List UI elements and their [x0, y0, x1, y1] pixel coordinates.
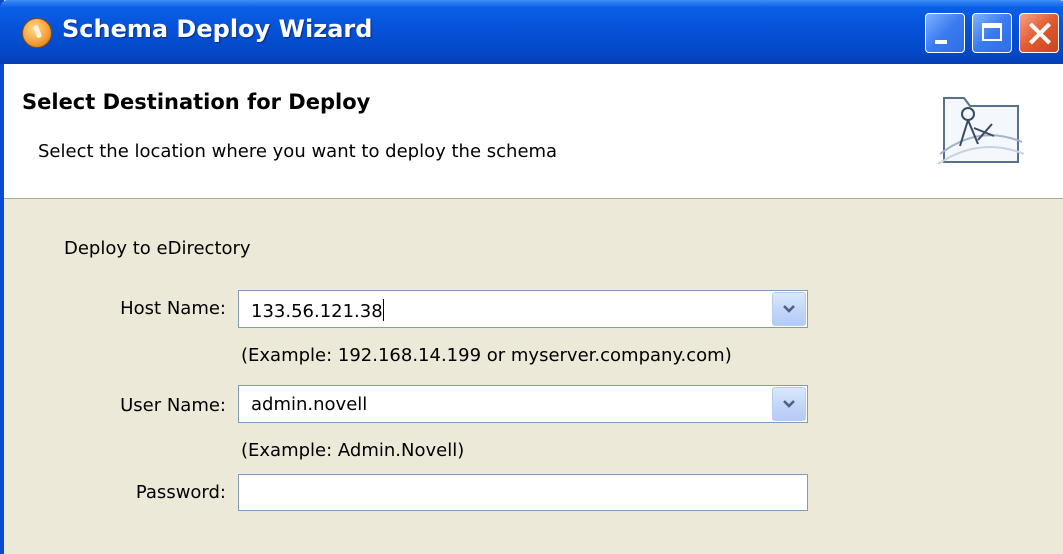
page-title: Select Destination for Deploy: [22, 90, 371, 114]
host-name-input[interactable]: 133.56.121.38: [251, 299, 384, 322]
wizard-app-icon[interactable]: [22, 18, 52, 48]
host-name-hint: (Example: 192.168.14.199 or myserver.com…: [241, 345, 732, 366]
wizard-header: Select Destination for Deploy Select the…: [4, 64, 1063, 199]
schema-deploy-banner-icon: [937, 97, 1024, 165]
wizard-window: Schema Deploy Wizard Select Destination …: [0, 0, 1063, 554]
title-bar[interactable]: Schema Deploy Wizard: [0, 0, 1063, 64]
minimize-button[interactable]: [925, 13, 965, 53]
user-name-value[interactable]: admin.novell: [251, 394, 367, 415]
user-name-label: User Name:: [120, 395, 226, 416]
section-label: Deploy to eDirectory: [64, 238, 251, 259]
page-description: Select the location where you want to de…: [38, 141, 558, 162]
close-button[interactable]: [1019, 13, 1059, 53]
user-name-dropdown-button[interactable]: [772, 387, 806, 421]
text-caret: [382, 299, 384, 321]
host-name-value: 133.56.121.38: [251, 301, 383, 322]
chevron-down-icon: [783, 400, 795, 408]
window-title: Schema Deploy Wizard: [62, 15, 373, 43]
password-label: Password:: [135, 482, 226, 503]
user-name-combo[interactable]: admin.novell: [238, 385, 808, 423]
chevron-down-icon: [783, 305, 795, 313]
host-name-label: Host Name:: [120, 298, 226, 319]
maximize-button[interactable]: [972, 13, 1012, 53]
password-field[interactable]: [238, 474, 808, 511]
user-name-hint: (Example: Admin.Novell): [241, 440, 465, 461]
host-name-combo[interactable]: 133.56.121.38: [238, 290, 808, 328]
host-name-dropdown-button[interactable]: [772, 292, 806, 326]
